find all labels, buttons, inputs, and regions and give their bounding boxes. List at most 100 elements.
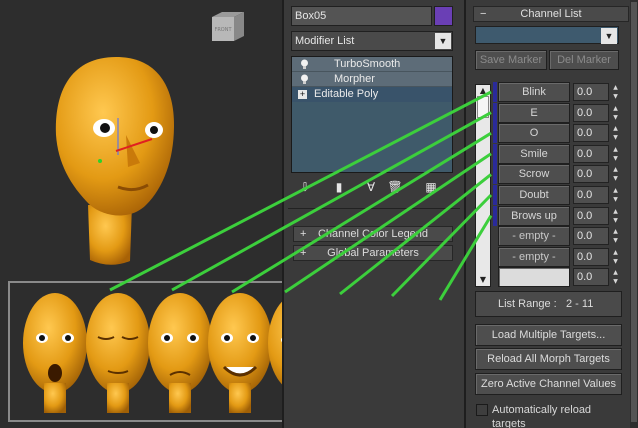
spinner-icon[interactable]: ▲ ▼ [610,207,621,225]
pin-stack-icon[interactable]: ⇩ [296,178,314,196]
remove-modifier-icon[interactable]: 🗑 [386,178,404,196]
viewport-3d[interactable]: FRONT [0,0,438,428]
divider [288,208,460,209]
rollout-label: Channel List [520,8,582,20]
channel-button[interactable]: Blink [498,82,570,102]
make-unique-icon[interactable]: ∀ [362,178,380,196]
show-end-result-icon[interactable]: ▮ [330,178,348,196]
spinner-icon[interactable]: ▲ ▼ [610,124,621,142]
target-head-e [86,293,150,413]
zero-active-channel-values-button[interactable]: Zero Active Channel Values [475,373,622,395]
viewcube-label: FRONT [214,27,232,33]
spinner-icon[interactable]: ▲ ▼ [610,248,621,266]
channel-value-field[interactable]: 0.0 [573,186,609,204]
channel-value-field[interactable]: 0.0 [573,247,609,266]
load-multiple-targets-button[interactable]: Load Multiple Targets... [475,324,622,346]
spinner-icon[interactable]: ▲ ▼ [610,104,621,122]
channel-indicator [493,143,497,164]
scroll-up-icon[interactable]: ▲ [478,86,488,96]
modifier-list-dropdown[interactable]: Modifier List ▼ [291,31,453,51]
channel-button[interactable]: E [498,102,570,123]
channel-button[interactable]: - empty - [498,226,570,247]
channel-indicator [493,205,497,226]
spinner-icon[interactable]: ▲ ▼ [610,268,621,286]
object-color-swatch[interactable] [434,6,453,26]
viewcube-icon[interactable]: FRONT [208,9,246,42]
head-model[interactable] [50,55,182,270]
stack-item-label: Morpher [334,73,375,85]
marker-dropdown[interactable]: ▼ [475,26,619,44]
expand-plus-icon[interactable]: + [298,90,307,99]
modifier-list-label: Modifier List [295,35,355,47]
panel-scroll-thumb[interactable] [631,2,637,422]
channel-button[interactable]: Doubt [498,185,570,205]
lightbulb-icon[interactable] [300,74,309,85]
spinner-icon[interactable]: ▲ ▼ [610,165,621,183]
checkbox-box[interactable] [476,404,488,416]
channel-indicator [493,102,497,123]
target-head-smile [208,293,272,413]
channel-button[interactable]: Smile [498,143,570,164]
modify-panel: Box05 Modifier List ▼ TurboSmooth Morphe… [282,0,464,428]
channel-button[interactable]: - empty - [498,246,570,267]
object-name-field[interactable]: Box05 [291,6,432,26]
auto-reload-checkbox[interactable]: Automatically reload targets [476,403,626,428]
stack-item-turbosmooth[interactable]: TurboSmooth [292,57,452,72]
scroll-down-icon[interactable]: ▼ [478,275,488,285]
channel-value-field[interactable]: 0.0 [573,83,609,101]
reload-all-morph-targets-button[interactable]: Reload All Morph Targets [475,348,622,370]
list-range-value: 2 - 11 [566,298,594,310]
spinner-icon[interactable]: ▲ ▼ [610,145,621,163]
modifier-stack[interactable]: TurboSmooth Morpher + Editable Poly [291,56,453,173]
stack-item-label: TurboSmooth [334,58,401,70]
channel-value-field[interactable]: 0.0 [573,268,609,287]
channel-indicator [493,267,497,288]
rollout-toggle: + [300,247,307,259]
spinner-icon[interactable]: ▲ ▼ [610,186,621,204]
channel-indicator [493,82,497,102]
target-head-blink [23,293,87,413]
auto-reload-label: Automatically reload targets [492,404,592,428]
stack-item-label: Editable Poly [314,88,379,100]
chevron-down-icon[interactable]: ▼ [435,33,451,49]
channel-indicator [493,164,497,185]
channel-value-field[interactable]: 0.0 [573,124,609,143]
lightbulb-icon[interactable] [300,59,309,70]
rollout-toggle: − [480,8,487,20]
channel-list-panel: − Channel List ▼ Save Marker Del Marker … [464,0,638,428]
channel-value-field[interactable]: 0.0 [573,103,609,122]
rollout-channel-color-legend[interactable]: + Channel Color Legend [293,226,453,242]
channel-value-field[interactable]: 0.0 [573,144,609,163]
channel-indicator [493,226,497,247]
channel-indicator [493,123,497,144]
stack-item-editable-poly[interactable]: + Editable Poly [292,87,452,102]
channel-button[interactable]: Brows up [498,205,570,226]
rollout-channel-list[interactable]: − Channel List [473,6,629,22]
channel-button[interactable]: Scrow [498,164,570,185]
chevron-down-icon[interactable]: ▼ [601,28,617,44]
del-marker-button[interactable]: Del Marker [549,50,619,70]
channel-indicator [493,246,497,267]
rollout-label: Global Parameters [327,247,419,259]
list-range-label: List Range : [498,298,557,310]
rollout-global-parameters[interactable]: + Global Parameters [293,245,453,261]
list-range-display: List Range : 2 - 11 [475,291,622,317]
scroll-thumb[interactable] [477,96,489,118]
channel-button[interactable] [498,267,570,288]
channel-value-field[interactable]: 0.0 [573,206,609,225]
stack-toolbar: ⇩ ▮ ∀ 🗑 ▦ [296,178,448,198]
spinner-icon[interactable]: ▲ ▼ [610,227,621,245]
save-marker-button[interactable]: Save Marker [475,50,547,70]
channel-scrollbar[interactable]: ▲ ▼ [475,84,491,287]
target-head-o [148,293,212,413]
channel-value-field[interactable]: 0.0 [573,227,609,246]
rollout-label: Channel Color Legend [317,228,429,240]
panel-scrollbar[interactable] [630,0,638,428]
stack-item-morpher[interactable]: Morpher [292,72,452,87]
spinner-icon[interactable]: ▲ ▼ [610,83,621,101]
configure-modifier-sets-icon[interactable]: ▦ [422,178,440,196]
rollout-toggle: + [300,228,307,240]
channel-button[interactable]: O [498,123,570,144]
channel-indicator [493,185,497,205]
channel-value-field[interactable]: 0.0 [573,165,609,184]
